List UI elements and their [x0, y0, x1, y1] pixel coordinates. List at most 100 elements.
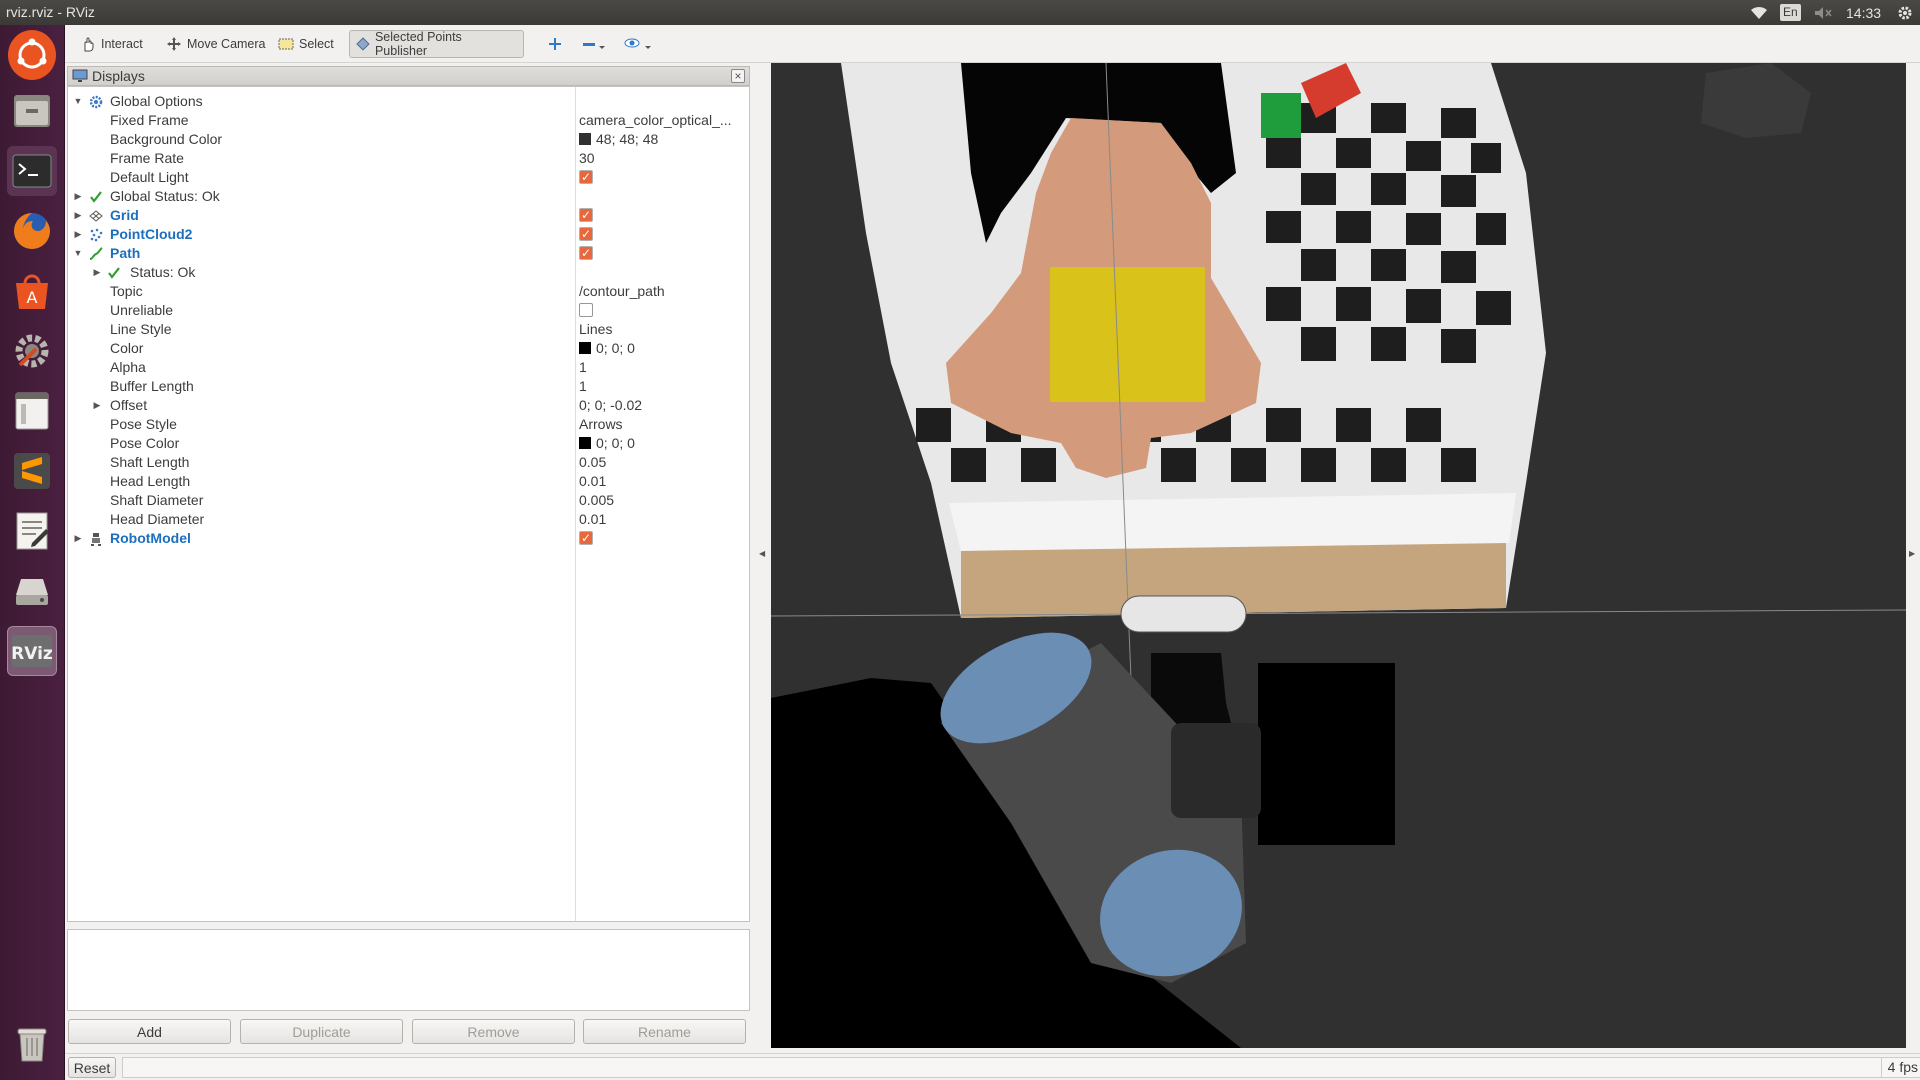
tree-row-shaft-length[interactable]: Shaft Length 0.05: [68, 453, 749, 472]
selected-points-publisher-tool[interactable]: Selected Points Publisher: [349, 30, 524, 58]
tree-row-head-length[interactable]: Head Length 0.01: [68, 472, 749, 491]
wifi-icon[interactable]: [1748, 3, 1770, 22]
tree-row-offset[interactable]: ▶ Offset 0; 0; -0.02: [68, 396, 749, 415]
panel-splitter[interactable]: ◀: [751, 63, 771, 1058]
row-name: Fixed Frame: [110, 112, 189, 128]
remove-button[interactable]: Remove: [412, 1019, 575, 1044]
row-value-container[interactable]: 48; 48; 48: [579, 130, 749, 149]
status-ok-check-icon: [88, 189, 104, 204]
row-name: Shaft Length: [110, 454, 190, 470]
gear-icon[interactable]: [1896, 3, 1914, 22]
tree-row-line-style[interactable]: Line Style Lines: [68, 320, 749, 339]
clock[interactable]: 14:33: [1846, 3, 1881, 22]
add-button[interactable]: Add: [68, 1019, 231, 1044]
volume-muted-icon[interactable]: [1812, 3, 1834, 22]
trash-icon[interactable]: [7, 1018, 57, 1068]
row-value-container[interactable]: 0; 0; 0: [579, 434, 749, 453]
collapse-right-arrow-icon[interactable]: ▶: [1909, 549, 1915, 558]
select-tool[interactable]: Select: [272, 30, 340, 58]
row-value[interactable]: /contour_path: [579, 282, 749, 301]
tree-row-head-diameter[interactable]: Head Diameter 0.01: [68, 510, 749, 529]
pointcloud-icon: [88, 227, 104, 242]
row-value[interactable]: camera_color_optical_...: [579, 111, 749, 130]
row-value[interactable]: 0.01: [579, 472, 749, 491]
row-value[interactable]: Lines: [579, 320, 749, 339]
collapsed-arrow-icon[interactable]: ▶: [73, 529, 83, 548]
window-app-icon[interactable]: [7, 386, 57, 436]
expanded-arrow-icon[interactable]: ▼: [73, 244, 83, 263]
tree-row-frame-rate[interactable]: Frame Rate 30: [68, 149, 749, 168]
rename-button[interactable]: Rename: [583, 1019, 746, 1044]
terminal-icon[interactable]: [7, 146, 57, 196]
color-swatch: [579, 437, 591, 449]
row-value[interactable]: 0; 0; -0.02: [579, 396, 749, 415]
collapsed-arrow-icon[interactable]: ▶: [92, 396, 102, 415]
row-value[interactable]: 0.05: [579, 453, 749, 472]
default-light-checkbox[interactable]: [579, 168, 593, 187]
ubuntu-dash-icon[interactable]: [8, 30, 56, 80]
tree-row-default-light[interactable]: Default Light: [68, 168, 749, 187]
render-view[interactable]: [771, 63, 1906, 1048]
tree-row-shaft-diameter[interactable]: Shaft Diameter 0.005: [68, 491, 749, 510]
tree-row-alpha[interactable]: Alpha 1: [68, 358, 749, 377]
unreliable-checkbox[interactable]: [579, 303, 593, 317]
description-area: [67, 929, 750, 1011]
row-value[interactable]: 1: [579, 377, 749, 396]
system-settings-icon[interactable]: [7, 326, 57, 376]
tree-row-background-color[interactable]: Background Color 48; 48; 48: [68, 130, 749, 149]
tree-row-pointcloud2[interactable]: ▶ PointCloud2: [68, 225, 749, 244]
collapsed-arrow-icon[interactable]: ▶: [73, 187, 83, 206]
row-value[interactable]: 0.005: [579, 491, 749, 510]
sublime-text-icon[interactable]: [7, 446, 57, 496]
robotmodel-checkbox[interactable]: [579, 529, 593, 548]
move-camera-tool[interactable]: Move Camera: [160, 30, 272, 58]
row-value: 0; 0; 0: [596, 435, 635, 451]
row-name: Buffer Length: [110, 378, 194, 394]
keyboard-layout-indicator[interactable]: En: [1780, 3, 1801, 22]
collapsed-arrow-icon[interactable]: ▶: [73, 225, 83, 244]
files-icon[interactable]: [7, 86, 57, 136]
software-center-icon[interactable]: A: [7, 266, 57, 316]
tree-row-path[interactable]: ▼ Path: [68, 244, 749, 263]
displays-title: Displays: [92, 68, 145, 84]
row-value[interactable]: 0.01: [579, 510, 749, 529]
grid-checkbox[interactable]: [579, 206, 593, 225]
row-value[interactable]: 30: [579, 149, 749, 168]
tree-row-robotmodel[interactable]: ▶ RobotModel: [68, 529, 749, 548]
pointcloud2-checkbox[interactable]: [579, 225, 593, 244]
reset-button[interactable]: Reset: [68, 1057, 116, 1078]
row-value[interactable]: 1: [579, 358, 749, 377]
remove-tool-dropdown[interactable]: [576, 30, 617, 58]
row-name: Offset: [110, 397, 148, 413]
row-value-container[interactable]: 0; 0; 0: [579, 339, 749, 358]
tree-row-fixed-frame[interactable]: Fixed Frame camera_color_optical_...: [68, 111, 749, 130]
interact-tool[interactable]: Interact: [74, 30, 149, 58]
tree-row-path-status[interactable]: ▶ Status: Ok: [68, 263, 749, 282]
tree-row-color[interactable]: Color 0; 0; 0: [68, 339, 749, 358]
duplicate-button[interactable]: Duplicate: [240, 1019, 403, 1044]
row-value[interactable]: Arrows: [579, 415, 749, 434]
expanded-arrow-icon[interactable]: ▼: [73, 92, 83, 111]
tree-row-buffer-length[interactable]: Buffer Length 1: [68, 377, 749, 396]
firefox-icon[interactable]: [7, 206, 57, 256]
color-swatch: [579, 342, 591, 354]
tree-row-global-options[interactable]: ▼ Global Options: [68, 92, 749, 111]
status-message-field: [122, 1057, 1920, 1078]
path-checkbox[interactable]: [579, 244, 593, 263]
rviz-icon[interactable]: RViz: [7, 626, 57, 676]
add-tool-button[interactable]: [542, 30, 573, 58]
collapsed-arrow-icon[interactable]: ▶: [73, 206, 83, 225]
tree-row-topic[interactable]: Topic /contour_path: [68, 282, 749, 301]
view-tool-dropdown[interactable]: [618, 30, 663, 58]
tree-row-pose-color[interactable]: Pose Color 0; 0; 0: [68, 434, 749, 453]
row-name: PointCloud2: [110, 226, 193, 242]
collapsed-arrow-icon[interactable]: ▶: [92, 263, 102, 282]
text-editor-icon[interactable]: [7, 506, 57, 556]
collapse-left-arrow-icon[interactable]: ◀: [759, 549, 765, 558]
tree-row-grid[interactable]: ▶ Grid: [68, 206, 749, 225]
tree-row-unreliable[interactable]: Unreliable: [68, 301, 749, 320]
close-icon[interactable]: ×: [731, 69, 745, 83]
tree-row-global-status[interactable]: ▶ Global Status: Ok: [68, 187, 749, 206]
disk-drive-icon[interactable]: [7, 566, 57, 616]
tree-row-pose-style[interactable]: Pose Style Arrows: [68, 415, 749, 434]
